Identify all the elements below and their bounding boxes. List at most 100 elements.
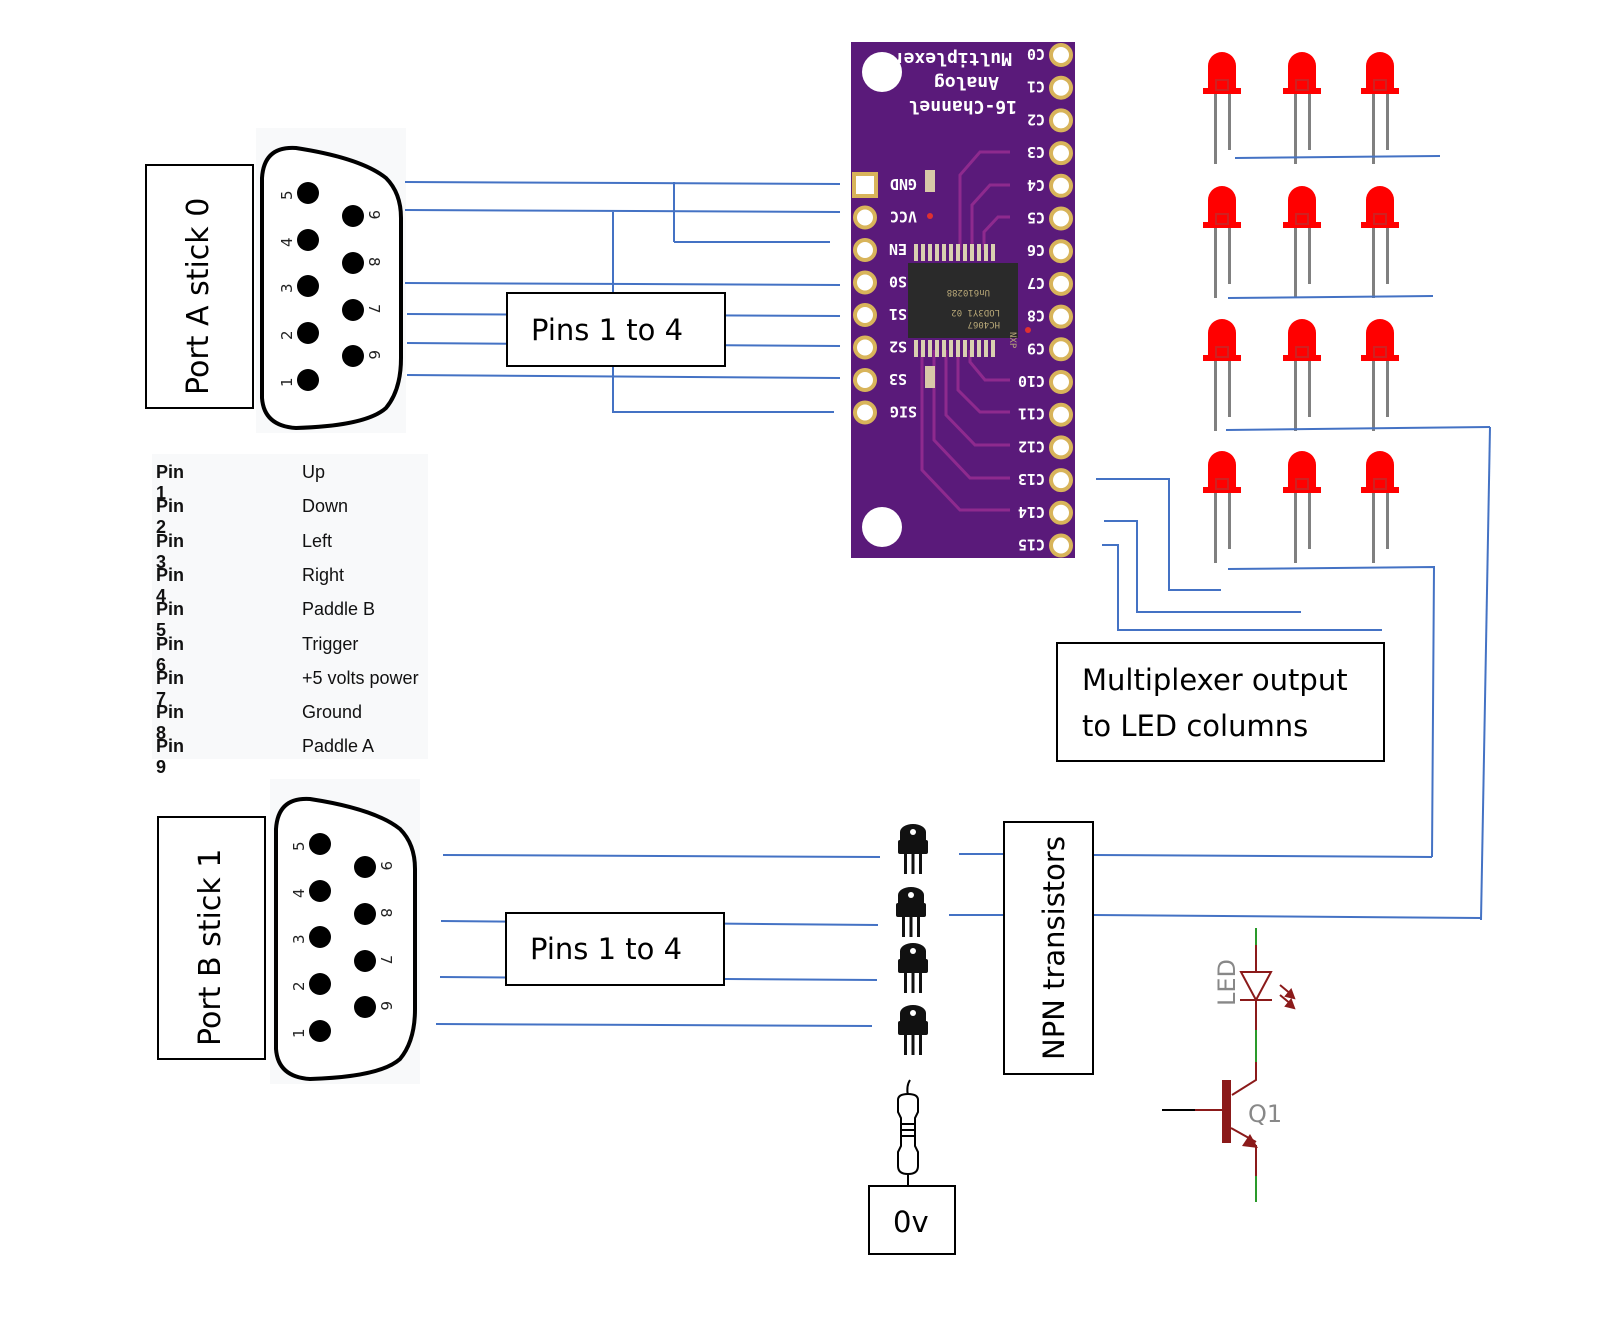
led-icon — [1282, 318, 1322, 432]
led-icon — [1360, 51, 1400, 165]
port-b-label: Port B stick 1 — [193, 849, 228, 1046]
pin-label: 4 — [290, 888, 308, 898]
transistor-symbol-icon — [1222, 1080, 1231, 1143]
mux-pin-label: S1 — [889, 305, 907, 323]
pad-icon — [852, 172, 878, 198]
mux-pin-label: C13 — [1018, 470, 1045, 488]
led-icon — [1282, 51, 1322, 165]
pin-label: 6 — [377, 1001, 395, 1011]
led-icon — [1202, 318, 1242, 432]
pad-icon — [853, 238, 877, 262]
mux-output-box — [1056, 642, 1385, 762]
mux-output-label-line1: Multiplexer output — [1082, 663, 1348, 697]
chip-text: NXP — [1007, 332, 1017, 349]
led-icon — [1202, 450, 1242, 564]
pad-icon — [853, 335, 877, 360]
led-icon — [1282, 185, 1322, 299]
mux-pin-label: GND — [890, 175, 917, 193]
mux-pin-c14: C14 — [1018, 500, 1073, 525]
mux-pin-label: C15 — [1018, 536, 1045, 554]
pad-icon — [1049, 304, 1073, 329]
pin-label: 8 — [377, 908, 395, 918]
mux-pin-c15: C15 — [1018, 533, 1073, 558]
pad-icon — [1049, 337, 1073, 362]
pin-label: 9 — [377, 861, 395, 871]
pin-label: 5 — [278, 190, 296, 200]
hc4067-chip — [908, 263, 1018, 338]
mux-pin-c12: C12 — [1018, 435, 1073, 460]
pin-label: 6 — [365, 350, 383, 360]
resistor-icon — [897, 1079, 919, 1188]
led-matrix — [1202, 51, 1400, 564]
mux-pin-label: C2 — [1027, 110, 1045, 128]
mux-output-label-line2: to LED columns — [1082, 709, 1308, 743]
led-icon — [1202, 185, 1242, 299]
mux-pin-label: VCC — [890, 208, 917, 226]
mux-column-wires — [1096, 478, 1382, 631]
npn-transistors-label: NPN transistors — [1037, 836, 1071, 1060]
pin-function: Ground — [302, 702, 363, 723]
pin-label: 2 — [290, 981, 308, 991]
pin-function: Up — [302, 462, 326, 482]
mux-pin-label: S0 — [889, 273, 907, 291]
mux-pin-label: SIG — [890, 403, 917, 421]
pad-icon — [1049, 173, 1073, 198]
db9-connector-port-b: 5 4 3 2 1 9 8 7 6 — [268, 777, 422, 1086]
pin-function-table: Pin 1 Up Pin 2 Down Pin 3 Left Pin 4 Right Pin 5… — [152, 454, 428, 777]
pad-icon — [853, 205, 877, 230]
pin-number: Pin 9 — [156, 736, 185, 778]
pad-icon — [1049, 402, 1073, 427]
pin-function: Paddle B — [302, 599, 376, 620]
mux-pin-label: C12 — [1018, 437, 1045, 455]
pin-label: 7 — [377, 955, 395, 965]
mux-pin-label: C4 — [1027, 176, 1045, 194]
mux-pin-label: C5 — [1027, 209, 1045, 227]
mux-pin-label: C6 — [1027, 241, 1045, 259]
pin-function: Down — [302, 496, 349, 517]
mux-pin-label: C8 — [1027, 307, 1045, 325]
led-row-wires — [1225, 155, 1491, 921]
led-icon — [1202, 51, 1242, 165]
db9-connector-port-a: 5 4 3 2 1 9 8 7 6 — [254, 126, 408, 435]
pin-label: 8 — [365, 257, 383, 267]
pin-function: Left — [302, 530, 333, 551]
pin-label: 9 — [365, 210, 383, 220]
pin-function: Paddle A — [302, 736, 375, 757]
mux-pin-label: C10 — [1018, 372, 1045, 390]
pin-label: 3 — [290, 934, 308, 944]
pad-icon — [1049, 271, 1073, 296]
pin-label: 1 — [290, 1028, 308, 1038]
led-icon — [1360, 450, 1400, 564]
mux-pin-c13: C13 — [1018, 468, 1073, 493]
pin-label: 4 — [278, 237, 296, 247]
mux-pin-label: C9 — [1027, 339, 1045, 357]
pin-label: 3 — [278, 283, 296, 293]
chip-text: Un610288 — [947, 287, 990, 297]
pin-label: 2 — [278, 330, 296, 340]
pins-1-4-label-b: Pins 1 to 4 — [530, 932, 682, 966]
pin-label: 7 — [365, 304, 383, 314]
pad-icon — [1049, 75, 1073, 100]
pad-icon — [853, 303, 877, 327]
port-a-label: Port A stick 0 — [181, 198, 216, 395]
pad-icon — [853, 270, 877, 295]
pad-icon — [1049, 141, 1073, 166]
npn-transistor — [898, 1005, 928, 1055]
mux-pin-label: C7 — [1027, 274, 1045, 292]
mux-pin-label: EN — [889, 240, 907, 258]
pin-label: 5 — [290, 841, 308, 851]
mux-pin-c11: C11 — [1018, 402, 1073, 427]
board-title: Analog — [934, 72, 999, 93]
pad-icon — [853, 400, 877, 425]
led-icon — [1282, 450, 1322, 564]
mux-pin-label: S3 — [889, 370, 907, 388]
mux-pin-label: C14 — [1018, 503, 1045, 521]
mux-pin-label: C11 — [1018, 405, 1045, 423]
chip-text: HC4067 — [967, 319, 1000, 329]
pad-icon — [1049, 500, 1073, 525]
npn-transistor — [898, 943, 928, 993]
pad-icon — [1049, 435, 1073, 460]
mux-pin-c10: C10 — [1018, 370, 1073, 394]
ground-label: 0v — [893, 1205, 929, 1239]
board-title: 16-Channel — [909, 96, 1017, 117]
